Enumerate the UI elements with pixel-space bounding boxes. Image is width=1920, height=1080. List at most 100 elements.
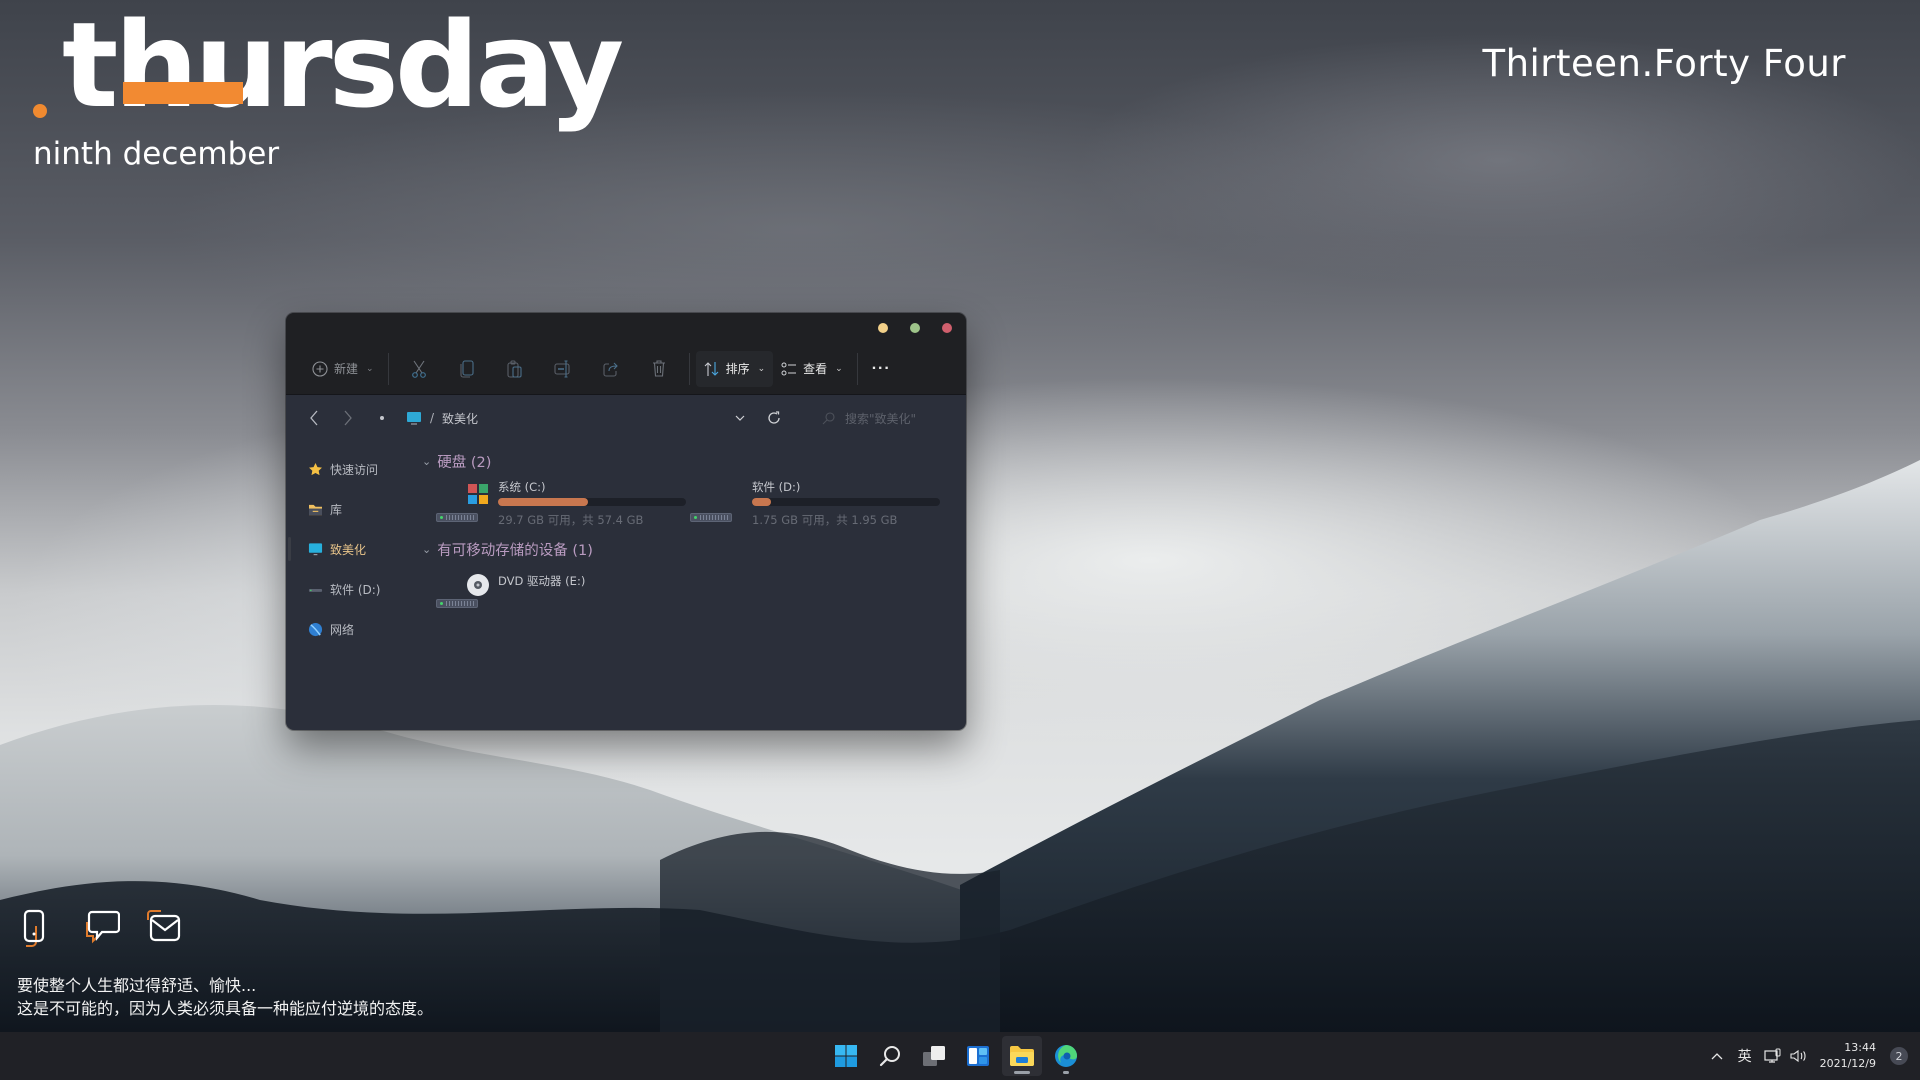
- breadcrumb-current[interactable]: 致美化: [442, 410, 478, 427]
- toolbar-divider: [856, 352, 858, 385]
- sort-label: 排序: [725, 362, 750, 376]
- drive-usage-bar: [498, 498, 686, 506]
- sidebar-item-quick-access[interactable]: 快速访问: [308, 449, 408, 489]
- system-tray: 英 13:44 2021/12/9 2: [1704, 1032, 1920, 1080]
- more-options-button[interactable]: ···: [864, 351, 899, 387]
- widgets-button[interactable]: [958, 1036, 998, 1076]
- breadcrumb[interactable]: / 致美化: [406, 410, 478, 427]
- paste-button[interactable]: [495, 351, 535, 387]
- file-explorer-window: 新建 ⌄ 排序 ⌄ 查看 ⌄ ··· / 致美化 搜索"致美化" 快速访问 库 …: [286, 313, 966, 730]
- view-button[interactable]: 查看 ⌄: [773, 351, 851, 387]
- time-text: Thirteen.Forty Four: [1482, 42, 1846, 85]
- group-header-removable[interactable]: ⌄ 有可移动存储的设备 (1): [422, 539, 593, 560]
- sort-button[interactable]: 排序 ⌄: [695, 350, 774, 387]
- title-bar[interactable]: [286, 313, 966, 343]
- start-button[interactable]: [826, 1036, 866, 1076]
- network-icon: [308, 622, 323, 636]
- sort-arrows-icon: [704, 361, 718, 376]
- drives-view: ⌄ 硬盘 (2) 系统 (C:) 29.7 GB 可用，共 57.4 GB 软件…: [422, 441, 966, 730]
- desktop-monitor-icon: [407, 412, 421, 425]
- more-icon: ···: [871, 359, 891, 377]
- delete-icon: [652, 360, 665, 377]
- sidebar-item-drive-d[interactable]: 软件 (D:): [308, 569, 408, 609]
- drive-name: DVD 驱动器 (E:): [498, 574, 586, 588]
- sidebar-item-library[interactable]: 库: [308, 489, 408, 529]
- network-wired-icon: [1763, 1048, 1781, 1063]
- clock-time: 13:44: [1844, 1041, 1876, 1054]
- drive-name: 系统 (C:): [498, 480, 546, 494]
- edge-taskbar-button[interactable]: [1046, 1036, 1086, 1076]
- refresh-button[interactable]: [760, 404, 788, 432]
- forward-button[interactable]: [334, 404, 362, 432]
- search-button[interactable]: [870, 1036, 910, 1076]
- quote-line-2: 这是不可能的，因为人类必须具备一种能应付逆境的态度。: [17, 999, 434, 1018]
- window-controls: [878, 323, 952, 333]
- address-history-dropdown[interactable]: [726, 404, 754, 432]
- share-button[interactable]: [591, 351, 631, 387]
- search-input[interactable]: 搜索"致美化": [822, 403, 966, 433]
- edge-browser-icon: [1055, 1045, 1077, 1067]
- rename-button[interactable]: [543, 351, 583, 387]
- minimize-button[interactable]: [878, 323, 888, 333]
- ime-indicator[interactable]: 英: [1730, 1036, 1760, 1076]
- desktop-monitor-icon: [308, 543, 323, 556]
- sidebar-item-label: 快速访问: [330, 462, 379, 477]
- phone-icon[interactable]: [22, 908, 58, 948]
- toolbar-divider: [688, 352, 690, 385]
- toolbar-divider: [387, 352, 389, 385]
- new-label: 新建: [334, 362, 359, 376]
- file-explorer-taskbar-button[interactable]: [1002, 1036, 1042, 1076]
- up-button[interactable]: [368, 404, 396, 432]
- cut-button[interactable]: [399, 351, 439, 387]
- group-header-hard-drives[interactable]: ⌄ 硬盘 (2): [422, 451, 491, 472]
- view-list-icon: [781, 362, 797, 375]
- refresh-icon: [768, 411, 780, 424]
- new-button[interactable]: 新建 ⌄: [304, 351, 382, 387]
- chevron-down-icon: ⌄: [366, 363, 374, 373]
- drive-item-c[interactable]: 系统 (C:) 29.7 GB 可用，共 57.4 GB: [436, 479, 694, 535]
- windows-drive-icon: [468, 484, 488, 504]
- running-indicator: [1014, 1071, 1030, 1074]
- drive-item-dvd[interactable]: DVD 驱动器 (E:): [436, 569, 694, 625]
- ime-label: 英: [1737, 1049, 1752, 1065]
- tray-overflow-button[interactable]: [1704, 1036, 1730, 1076]
- group-title: 有可移动存储的设备 (1): [437, 543, 593, 559]
- close-button[interactable]: [942, 323, 952, 333]
- search-icon: [822, 411, 835, 424]
- quote-line-1: 要使整个人生都过得舒适、愉快...: [17, 976, 257, 995]
- notification-badge[interactable]: 2: [1890, 1047, 1908, 1065]
- copy-button[interactable]: [447, 351, 487, 387]
- rename-icon: [554, 359, 570, 378]
- clock-button[interactable]: 13:44 2021/12/9: [1812, 1036, 1884, 1076]
- windows-start-icon: [835, 1045, 857, 1067]
- delete-button[interactable]: [639, 351, 679, 387]
- drive-icon: [308, 589, 323, 592]
- drive-item-d[interactable]: 软件 (D:) 1.75 GB 可用，共 1.95 GB: [690, 479, 948, 535]
- dot-icon: [380, 416, 384, 420]
- chevron-right-icon: [344, 410, 352, 426]
- mail-icon[interactable]: [146, 908, 182, 948]
- sidebar-item-network[interactable]: 网络: [308, 609, 408, 649]
- running-indicator: [1063, 1071, 1069, 1074]
- sidebar-item-zhimeihua[interactable]: 致美化: [308, 529, 408, 569]
- paste-icon: [507, 359, 522, 378]
- day-of-week: thursday: [62, 0, 624, 134]
- hard-drive-icon: [690, 513, 732, 522]
- cut-icon: [411, 360, 426, 378]
- quick-launch-icons: [22, 908, 182, 948]
- maximize-button[interactable]: [910, 323, 920, 333]
- star-icon: [309, 462, 322, 475]
- drive-usage-fill: [752, 498, 771, 506]
- path-separator: /: [430, 411, 435, 425]
- selection-indicator: [288, 537, 291, 561]
- chat-icon[interactable]: [84, 908, 121, 948]
- chevron-down-icon: [735, 415, 745, 421]
- back-button[interactable]: [300, 404, 328, 432]
- task-view-button[interactable]: [914, 1036, 954, 1076]
- accent-dot: [33, 104, 47, 118]
- taskbar: 英 13:44 2021/12/9 2: [0, 1032, 1920, 1080]
- volume-button[interactable]: [1786, 1036, 1812, 1076]
- sidebar-item-label: 软件 (D:): [330, 582, 381, 597]
- network-status-button[interactable]: [1760, 1036, 1786, 1076]
- chevron-down-icon: ⌄: [757, 363, 766, 373]
